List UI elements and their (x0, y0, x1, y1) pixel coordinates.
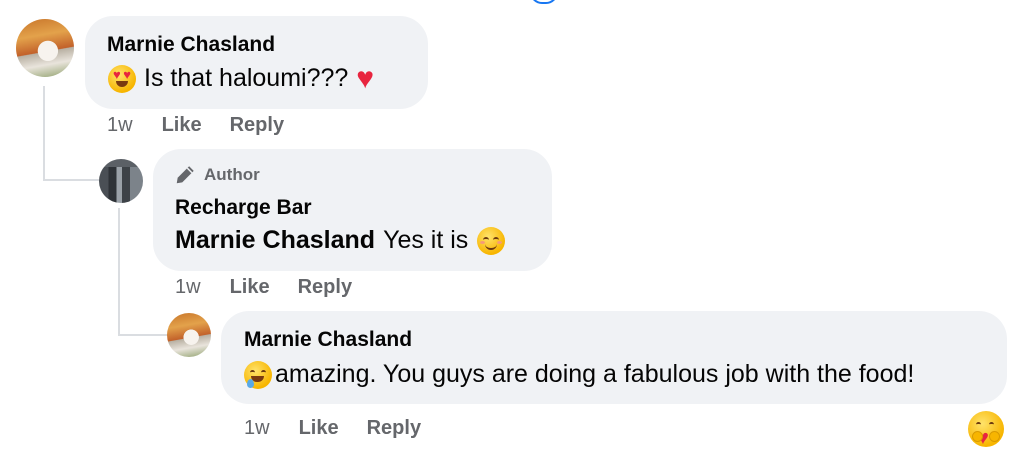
comment-actions: 1w Like Reply (244, 417, 421, 440)
avatar[interactable] (16, 19, 74, 77)
comment-body: Is that haloumi??? (144, 64, 349, 92)
comment-author-name[interactable]: Marnie Chasland (244, 328, 412, 352)
comment-text: amazing. You guys are doing a fabulous j… (244, 360, 914, 389)
avatar[interactable] (167, 313, 211, 357)
comment-author-name[interactable]: Recharge Bar (175, 196, 312, 220)
like-button[interactable]: Like (230, 276, 270, 299)
care-reaction-icon[interactable]: ♥ (968, 411, 1004, 448)
mention-link[interactable]: Marnie Chasland (175, 226, 375, 255)
comment-timestamp[interactable]: 1w (244, 417, 270, 440)
comment-body: amazing. You guys are doing a fabulous j… (275, 360, 915, 388)
reply-button[interactable]: Reply (230, 114, 284, 137)
comment-bubble (221, 311, 1007, 404)
thread-line (118, 208, 120, 336)
drooling-face-emoji-icon (244, 360, 272, 389)
like-button[interactable]: Like (299, 417, 339, 440)
top-indicator (530, 0, 558, 4)
comment-timestamp[interactable]: 1w (107, 114, 133, 137)
comment-author-name[interactable]: Marnie Chasland (107, 33, 275, 57)
comment-timestamp[interactable]: 1w (175, 276, 201, 299)
like-button[interactable]: Like (162, 114, 202, 137)
thread-line-branch (43, 179, 99, 181)
reply-button[interactable]: Reply (367, 417, 421, 440)
pen-icon (176, 166, 194, 184)
red-heart-emoji-icon: ♥ (356, 61, 375, 95)
thread-line (43, 86, 45, 181)
author-badge: Author (174, 164, 260, 186)
comment-actions: 1w Like Reply (175, 276, 352, 299)
avatar[interactable] (99, 159, 143, 203)
comment-bubble (85, 16, 428, 109)
author-badge-label: Author (204, 165, 260, 184)
smiling-face-emoji-icon (477, 226, 506, 255)
thread-line-branch (118, 334, 168, 336)
comment-text: Marnie Chasland Yes it is (175, 226, 506, 255)
comment-body: Yes it is (383, 226, 469, 254)
heart-eyes-emoji-icon (108, 64, 136, 93)
comment-text: Is that haloumi??? ♥ (108, 61, 375, 95)
reply-button[interactable]: Reply (298, 276, 352, 299)
comment-actions: 1w Like Reply (107, 114, 284, 137)
